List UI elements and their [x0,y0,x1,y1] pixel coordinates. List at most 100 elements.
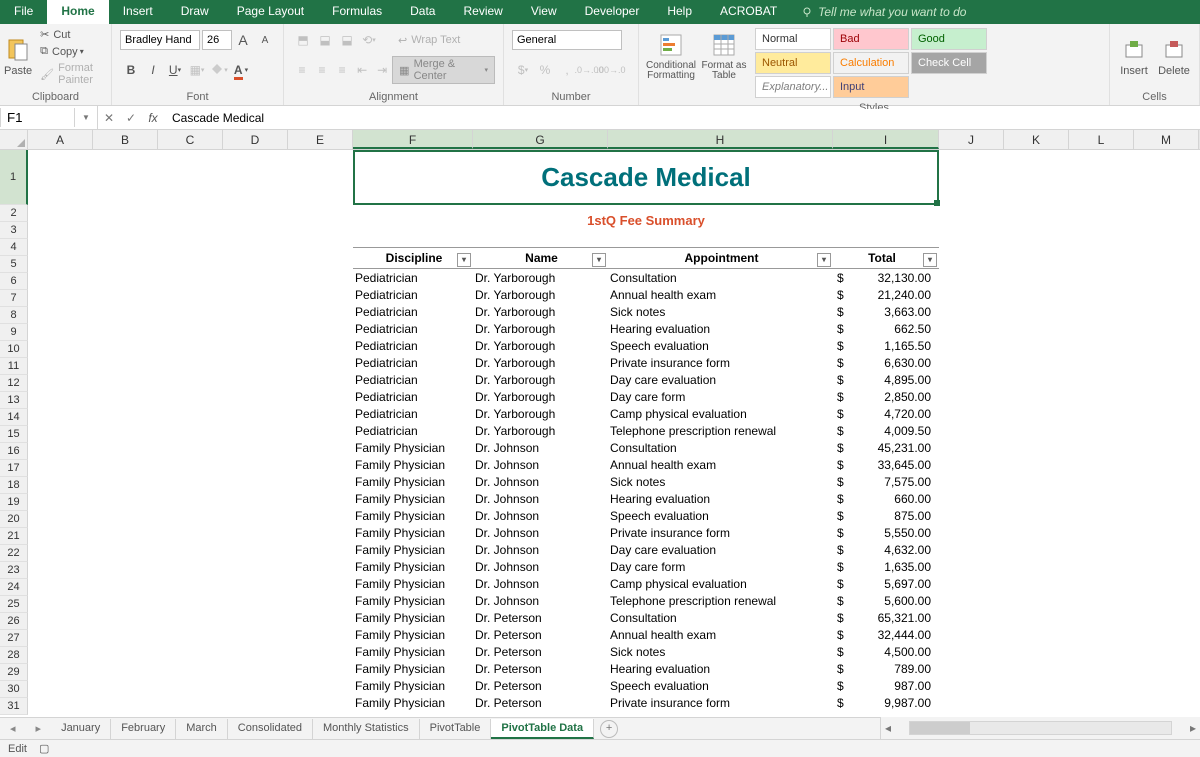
cell-discipline[interactable]: Family Physician [353,713,473,716]
cell-discipline[interactable]: Pediatrician [353,407,473,421]
cell-discipline[interactable]: Pediatrician [353,322,473,336]
cell-total[interactable]: $6,630.00 [833,356,939,370]
cell-appointment[interactable]: Consultation [608,271,833,285]
table-row[interactable]: PediatricianDr. YarboroughTelephone pres… [353,422,939,439]
row-header-15[interactable]: 15 [0,426,28,443]
cell-appointment[interactable]: Annual health exam [608,628,833,642]
row-header-8[interactable]: 8 [0,307,28,324]
font-size-select[interactable] [202,30,232,50]
bold-button[interactable]: B [121,60,141,80]
column-header-D[interactable]: D [223,130,288,149]
font-color-button[interactable]: A▾ [231,60,251,80]
row-header-19[interactable]: 19 [0,494,28,511]
decrease-font-button[interactable]: A [255,30,275,50]
cell-name[interactable]: Dr. Peterson [473,662,608,676]
sheet-tab-february[interactable]: February [111,719,176,739]
row-header-14[interactable]: 14 [0,409,28,426]
table-row[interactable]: Family PhysicianDr. JohnsonConsultation$… [353,439,939,456]
formula-input[interactable] [164,109,1200,127]
name-box-dropdown[interactable]: ▼ [75,113,97,122]
table-row[interactable]: Family PhysicianDr. JohnsonDay care form… [353,558,939,575]
cell-style-input[interactable]: Input [833,76,909,98]
title-cell[interactable]: Cascade Medical [353,150,939,205]
orientation-button[interactable]: ⟲▾ [359,30,379,50]
column-header-K[interactable]: K [1004,130,1069,149]
sheet-nav-next[interactable]: ▸ [26,722,52,735]
fx-button[interactable]: fx [142,111,164,125]
column-header-F[interactable]: F [353,130,473,149]
cell-name[interactable]: Dr. Yarborough [473,339,608,353]
cell-discipline[interactable]: Family Physician [353,611,473,625]
format-as-table-button[interactable]: Format as Table [699,26,749,86]
align-middle-button[interactable]: ⬓ [315,30,335,50]
name-box[interactable] [0,108,75,127]
cell-style-checkcell[interactable]: Check Cell [911,52,987,74]
cell-style-normal[interactable]: Normal [755,28,831,50]
cell-total[interactable]: $1,635.00 [833,560,939,574]
column-header-J[interactable]: J [939,130,1004,149]
cell-appointment[interactable]: Day care form [608,390,833,404]
cell-name[interactable]: Dr. Yarborough [473,390,608,404]
column-header-M[interactable]: M [1134,130,1199,149]
conditional-formatting-button[interactable]: Conditional Formatting [643,26,699,86]
row-header-21[interactable]: 21 [0,528,28,545]
header-appointment[interactable]: Appointment▾ [608,251,833,265]
cell-appointment[interactable]: Telephone prescription renewal [608,594,833,608]
cell-appointment[interactable]: Private insurance form [608,356,833,370]
row-header-10[interactable]: 10 [0,341,28,358]
cell-name[interactable]: Dr. Yarborough [473,305,608,319]
tell-me-search[interactable]: Tell me what you want to do [791,0,976,24]
menu-tab-data[interactable]: Data [396,0,449,24]
table-row[interactable]: Family PhysicianDr. JohnsonHearing evalu… [353,490,939,507]
cell-discipline[interactable]: Family Physician [353,475,473,489]
cell-total[interactable]: $32,130.00 [833,271,939,285]
cell-discipline[interactable]: Family Physician [353,594,473,608]
cell-name[interactable]: Dr. Johnson [473,526,608,540]
menu-tab-view[interactable]: View [517,0,571,24]
table-row[interactable]: PediatricianDr. YarboroughDay care evalu… [353,371,939,388]
scroll-left-icon[interactable]: ◂ [881,721,895,735]
row-header-5[interactable]: 5 [0,256,28,273]
spreadsheet-grid[interactable]: ABCDEFGHIJKLM 12345678910111213141516171… [0,130,1200,715]
cell-appointment[interactable]: Camp physical evaluation [608,407,833,421]
cell-appointment[interactable]: Hearing evaluation [608,492,833,506]
column-header-H[interactable]: H [608,130,833,149]
cell-appointment[interactable]: Hearing evaluation [608,322,833,336]
cell-name[interactable]: Dr. Johnson [473,594,608,608]
row-header-26[interactable]: 26 [0,613,28,630]
table-row[interactable]: PediatricianDr. YarboroughConsultation$3… [353,269,939,286]
menu-tab-page-layout[interactable]: Page Layout [223,0,318,24]
cell-appointment[interactable]: Day care evaluation [608,543,833,557]
underline-button[interactable]: U▾ [165,60,185,80]
cell-discipline[interactable]: Pediatrician [353,373,473,387]
cell-name[interactable]: Dr. Yarborough [473,356,608,370]
cell-discipline[interactable]: Pediatrician [353,339,473,353]
cell-total[interactable]: $5,697.00 [833,577,939,591]
cell-appointment[interactable]: Speech evaluation [608,679,833,693]
cell-name[interactable]: Dr. Peterson [473,628,608,642]
cell-name[interactable]: Dr. Johnson [473,577,608,591]
cell-total[interactable]: $662.50 [833,322,939,336]
sheet-tab-pivottable-data[interactable]: PivotTable Data [491,719,594,739]
cell-name[interactable]: Dr. Yarborough [473,407,608,421]
cell-discipline[interactable]: Family Physician [353,526,473,540]
cell-discipline[interactable]: Family Physician [353,628,473,642]
align-bottom-button[interactable]: ⬓ [337,30,357,50]
cancel-formula-button[interactable]: ✕ [98,111,120,125]
row-header-11[interactable]: 11 [0,358,28,375]
cell-discipline[interactable]: Family Physician [353,492,473,506]
cell-discipline[interactable]: Family Physician [353,560,473,574]
row-header-13[interactable]: 13 [0,392,28,409]
cell-total[interactable]: $65,321.00 [833,611,939,625]
accounting-button[interactable]: $▾ [513,60,533,80]
row-header-20[interactable]: 20 [0,511,28,528]
cell-name[interactable]: Dr. Johnson [473,441,608,455]
merge-center-button[interactable]: ▦Merge & Center▾ [392,56,495,84]
table-row[interactable]: PediatricianDr. YarboroughSick notes$3,6… [353,303,939,320]
cell-total[interactable]: $7,575.00 [833,475,939,489]
cell-name[interactable]: Dr. Yarborough [473,373,608,387]
cell-discipline[interactable]: Family Physician [353,509,473,523]
cell-total[interactable]: $4,500.00 [833,645,939,659]
cell-total[interactable]: $32,444.00 [833,628,939,642]
sheet-tab-monthly-statistics[interactable]: Monthly Statistics [313,719,420,739]
